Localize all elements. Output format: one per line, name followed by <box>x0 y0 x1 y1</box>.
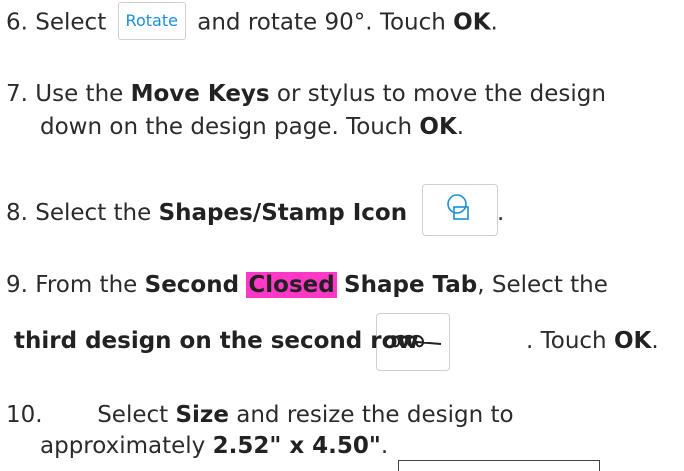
step-6: 6. Select Rotate and rotate 90°. Touch O… <box>6 2 498 42</box>
step-7-line-2: down on the design page. Touch OK. <box>40 114 465 140</box>
size-label: Size <box>175 402 229 428</box>
shapes-stamp-label: Shapes/Stamp Icon <box>158 200 408 226</box>
step-8: 8. Select the Shapes/Stamp Icon <box>6 200 408 226</box>
step-number: 6. <box>6 9 28 36</box>
step-10: 10. Select Size and resize the design to <box>6 402 514 428</box>
move-keys-label: Move Keys <box>130 81 270 107</box>
step-number: 7. <box>6 81 28 107</box>
size-value: 2.52" x 4.50" <box>212 433 381 459</box>
ok-label: OK <box>419 114 457 140</box>
step-9-line-2: third design on the second row <box>14 326 419 356</box>
step-10-line-2: approximately 2.52" x 4.50". <box>40 433 389 459</box>
step-7: 7. Use the Move Keys or stylus to move t… <box>6 81 606 107</box>
step-number: 9. <box>6 272 28 298</box>
rotate-button[interactable]: Rotate <box>117 2 186 40</box>
shapes-stamp-icon-button[interactable] <box>422 184 498 236</box>
step-number: 8. <box>6 200 28 226</box>
step-9: 9. From the Second Closed Shape Tab, Sel… <box>6 272 608 298</box>
ok-label: OK <box>453 9 491 36</box>
closed-highlight: Closed <box>246 272 337 298</box>
ok-label: OK <box>613 328 652 354</box>
third-design-label: third design on the second row <box>14 328 419 354</box>
step-number: 10. <box>6 402 43 428</box>
shapes-stamp-icon <box>447 194 469 220</box>
